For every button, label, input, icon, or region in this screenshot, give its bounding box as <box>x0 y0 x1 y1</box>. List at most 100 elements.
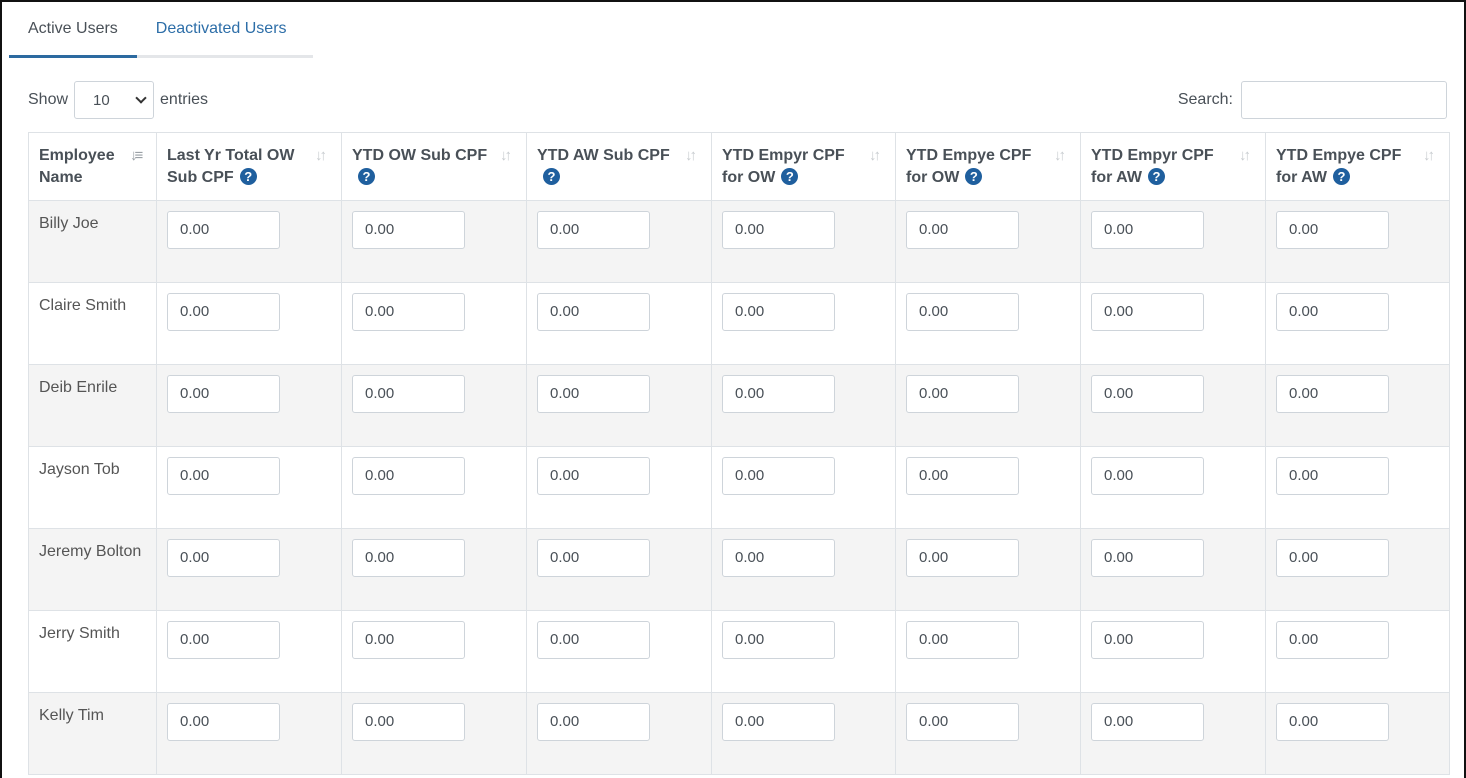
employee-name-cell: Jeremy Bolton <box>28 528 157 611</box>
employee-name-cell: Jayson Tob <box>28 446 157 529</box>
entries-select[interactable]: 10 <box>74 81 155 119</box>
users-table: Employee Name ↓≡ Last Yr Total OW Sub CPF?… <box>28 132 1450 775</box>
cpf-value-input[interactable]: 0.00 <box>167 293 280 331</box>
column-header-label: Last Yr Total OW Sub CPF <box>167 147 295 186</box>
cpf-value-input[interactable]: 0.00 <box>352 621 465 659</box>
question-circle-icon[interactable]: ? <box>1147 168 1165 185</box>
column-header-last-yr-total-ow-sub-cpf[interactable]: Last Yr Total OW Sub CPF? ↓↑ <box>156 132 342 201</box>
question-circle-icon[interactable]: ? <box>239 168 257 185</box>
chevron-down-icon <box>135 92 147 104</box>
cpf-value-input[interactable]: 0.00 <box>722 375 835 413</box>
cpf-value-input[interactable]: 0.00 <box>537 539 650 577</box>
users-panel: Active Users Deactivated Users Show 10 e… <box>0 0 1466 778</box>
cpf-value-input[interactable]: 0.00 <box>1091 375 1204 413</box>
cpf-value-input[interactable]: 0.00 <box>167 621 280 659</box>
cpf-value-input[interactable]: 0.00 <box>167 539 280 577</box>
cpf-value-input[interactable]: 0.00 <box>906 211 1019 249</box>
search-label: Search: <box>1177 91 1233 108</box>
value-cell: 0.00 <box>156 610 342 693</box>
table-row: Claire Smith 0.00 0.00 0.00 0.00 0.00 0.00 0.00 <box>28 282 1450 365</box>
cpf-value-input[interactable]: 0.00 <box>167 457 280 495</box>
cpf-value-input[interactable]: 0.00 <box>906 621 1019 659</box>
cpf-value-input[interactable]: 0.00 <box>352 211 465 249</box>
value-cell: 0.00 <box>156 692 342 775</box>
cpf-value-input[interactable]: 0.00 <box>722 621 835 659</box>
value-cell: 0.00 <box>1080 692 1266 775</box>
cpf-value-input[interactable]: 0.00 <box>167 703 280 741</box>
value-cell: 0.00 <box>1265 446 1450 529</box>
sort-arrows-icon[interactable]: ↓↑ <box>1054 146 1070 166</box>
sort-ascending-icon[interactable]: ↓≡ <box>130 146 146 166</box>
question-circle-icon[interactable]: ? <box>543 168 560 185</box>
cpf-value-input[interactable]: 0.00 <box>722 457 835 495</box>
cpf-value-input[interactable]: 0.00 <box>352 293 465 331</box>
cpf-value-input[interactable]: 0.00 <box>722 211 835 249</box>
cpf-value-input[interactable]: 0.00 <box>722 703 835 741</box>
column-header-ytd-empye-cpf-for-aw[interactable]: YTD Empye CPF for AW? ↓↑ <box>1265 132 1450 201</box>
value-cell: 0.00 <box>895 446 1081 529</box>
cpf-value-input[interactable]: 0.00 <box>352 703 465 741</box>
sort-arrows-icon[interactable]: ↓↑ <box>1239 146 1255 166</box>
value-cell: 0.00 <box>895 610 1081 693</box>
cpf-value-input[interactable]: 0.00 <box>1276 621 1389 659</box>
employee-name-cell: Billy Joe <box>28 200 157 283</box>
search-input[interactable] <box>1241 81 1447 119</box>
sort-arrows-icon[interactable]: ↓↑ <box>500 146 516 166</box>
cpf-value-input[interactable]: 0.00 <box>1091 457 1204 495</box>
cpf-value-input[interactable]: 0.00 <box>537 375 650 413</box>
tab-active-users[interactable]: Active Users <box>9 2 137 58</box>
cpf-value-input[interactable]: 0.00 <box>1091 703 1204 741</box>
sort-arrows-icon[interactable]: ↓↑ <box>315 146 331 166</box>
cpf-value-input[interactable]: 0.00 <box>1276 539 1389 577</box>
table-header-row: Employee Name ↓≡ Last Yr Total OW Sub CPF?… <box>28 132 1450 201</box>
cpf-value-input[interactable]: 0.00 <box>1091 293 1204 331</box>
cpf-value-input[interactable]: 0.00 <box>1276 703 1389 741</box>
column-header-label: Employee Name <box>39 147 115 186</box>
cpf-value-input[interactable]: 0.00 <box>906 457 1019 495</box>
cpf-value-input[interactable]: 0.00 <box>1276 375 1389 413</box>
cpf-value-input[interactable]: 0.00 <box>167 211 280 249</box>
value-cell: 0.00 <box>341 610 527 693</box>
column-header-employee-name[interactable]: Employee Name ↓≡ <box>28 132 157 201</box>
cpf-value-input[interactable]: 0.00 <box>537 703 650 741</box>
employee-name-cell: Claire Smith <box>28 282 157 365</box>
column-header-ytd-ow-sub-cpf[interactable]: YTD OW Sub CPF? ↓↑ <box>341 132 527 201</box>
sort-arrows-icon[interactable]: ↓↑ <box>1423 146 1439 166</box>
cpf-value-input[interactable]: 0.00 <box>722 293 835 331</box>
cpf-value-input[interactable]: 0.00 <box>906 703 1019 741</box>
cpf-value-input[interactable]: 0.00 <box>722 539 835 577</box>
cpf-value-input[interactable]: 0.00 <box>352 375 465 413</box>
cpf-value-input[interactable]: 0.00 <box>1091 211 1204 249</box>
value-cell: 0.00 <box>895 364 1081 447</box>
question-circle-icon[interactable]: ? <box>1332 168 1350 185</box>
cpf-value-input[interactable]: 0.00 <box>906 375 1019 413</box>
cpf-value-input[interactable]: 0.00 <box>1091 621 1204 659</box>
cpf-value-input[interactable]: 0.00 <box>537 211 650 249</box>
question-circle-icon[interactable]: ? <box>965 168 983 185</box>
cpf-value-input[interactable]: 0.00 <box>1276 293 1389 331</box>
cpf-value-input[interactable]: 0.00 <box>537 457 650 495</box>
cpf-value-input[interactable]: 0.00 <box>167 375 280 413</box>
cpf-value-input[interactable]: 0.00 <box>906 293 1019 331</box>
value-cell: 0.00 <box>711 528 896 611</box>
value-cell: 0.00 <box>711 610 896 693</box>
sort-arrows-icon[interactable]: ↓↑ <box>685 146 701 166</box>
cpf-value-input[interactable]: 0.00 <box>537 621 650 659</box>
column-header-ytd-empye-cpf-for-ow[interactable]: YTD Empye CPF for OW? ↓↑ <box>895 132 1081 201</box>
cpf-value-input[interactable]: 0.00 <box>906 539 1019 577</box>
cpf-value-input[interactable]: 0.00 <box>1276 211 1389 249</box>
cpf-value-input[interactable]: 0.00 <box>1276 457 1389 495</box>
cpf-value-input[interactable]: 0.00 <box>1091 539 1204 577</box>
column-header-ytd-aw-sub-cpf[interactable]: YTD AW Sub CPF? ↓↑ <box>526 132 712 201</box>
value-cell: 0.00 <box>156 282 342 365</box>
cpf-value-input[interactable]: 0.00 <box>537 293 650 331</box>
column-header-ytd-empyr-cpf-for-ow[interactable]: YTD Empyr CPF for OW? ↓↑ <box>711 132 896 201</box>
cpf-value-input[interactable]: 0.00 <box>352 457 465 495</box>
sort-arrows-icon[interactable]: ↓↑ <box>869 146 885 166</box>
cpf-value-input[interactable]: 0.00 <box>352 539 465 577</box>
column-header-ytd-empyr-cpf-for-aw[interactable]: YTD Empyr CPF for AW? ↓↑ <box>1080 132 1266 201</box>
question-circle-icon[interactable]: ? <box>358 168 375 185</box>
question-circle-icon[interactable]: ? <box>781 168 799 185</box>
tab-deactivated-users[interactable]: Deactivated Users <box>137 2 306 55</box>
value-cell: 0.00 <box>1265 364 1450 447</box>
